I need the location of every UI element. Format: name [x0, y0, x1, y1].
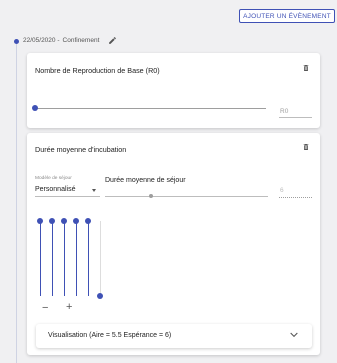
distribution-slider-6[interactable]	[100, 221, 101, 296]
distribution-slider-thumb-5[interactable]	[85, 218, 91, 224]
stay-duration-input[interactable]	[279, 197, 312, 198]
r0-card-title: Nombre de Reproduction de Base (R0)	[35, 66, 160, 75]
stay-model-underline	[35, 196, 100, 197]
distribution-slider-thumb-1[interactable]	[37, 218, 43, 224]
visualisation-label: Visualisation (Aire = 5.5 Espérance = 6)	[48, 332, 172, 339]
remove-bin-button[interactable]: −	[42, 303, 48, 314]
distribution-slider-thumb-3[interactable]	[61, 218, 67, 224]
r0-card: Nombre de Reproduction de Base (R0) R0	[27, 53, 320, 128]
timeline-dot	[14, 39, 19, 44]
stay-model-select[interactable]: Personnalisé	[35, 186, 75, 193]
distribution-slider-3[interactable]	[64, 221, 65, 296]
event-date: 22/05/2020 -	[23, 37, 60, 44]
r0-input[interactable]	[279, 117, 312, 118]
stay-model-label: Modèle de séjour	[35, 176, 72, 181]
distribution-slider-thumb-4[interactable]	[73, 218, 79, 224]
stay-duration-value: 6	[280, 187, 284, 194]
distribution-slider-2[interactable]	[52, 221, 53, 296]
r0-input-label: R0	[280, 108, 289, 115]
add-bin-button[interactable]: +	[66, 302, 72, 313]
add-event-button[interactable]: AJOUTER UN ÉVÈNEMENT	[239, 9, 335, 23]
r0-slider-track[interactable]	[36, 108, 266, 109]
trash-icon[interactable]	[302, 142, 310, 152]
incubation-card: Durée moyenne d'incubation Modèle de séj…	[27, 133, 320, 355]
timeline-line	[16, 44, 17, 363]
chevron-down-icon[interactable]	[290, 332, 298, 338]
distribution-slider-4[interactable]	[76, 221, 77, 296]
trash-icon[interactable]	[302, 63, 310, 73]
pencil-icon[interactable]	[108, 36, 117, 45]
event-header: 22/05/2020 - Confinement	[23, 36, 117, 45]
stay-duration-label: Durée moyenne de séjour	[105, 177, 186, 184]
visualisation-accordion[interactable]: Visualisation (Aire = 5.5 Espérance = 6)	[36, 324, 312, 348]
r0-slider-thumb[interactable]	[32, 105, 38, 111]
event-title: Confinement	[62, 37, 100, 44]
distribution-slider-thumb-2[interactable]	[49, 218, 55, 224]
incubation-card-title: Durée moyenne d'incubation	[35, 145, 127, 154]
chevron-down-icon[interactable]	[92, 189, 96, 192]
distribution-slider-thumb-6[interactable]	[97, 293, 103, 299]
distribution-slider-5[interactable]	[88, 221, 89, 296]
distribution-slider-1[interactable]	[40, 221, 41, 296]
stay-duration-slider-track[interactable]	[105, 196, 268, 197]
stay-duration-slider-thumb[interactable]	[149, 194, 153, 198]
